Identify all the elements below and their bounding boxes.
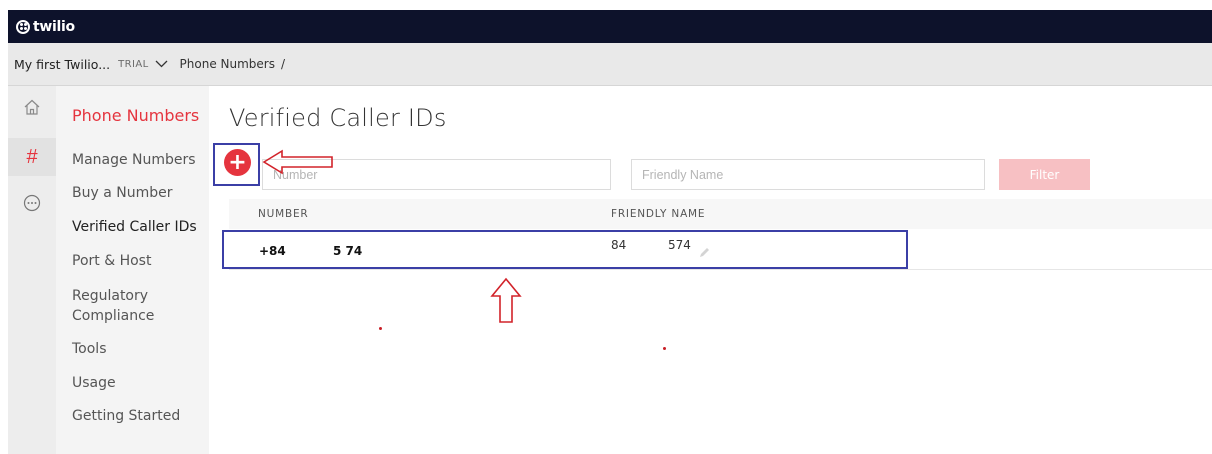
top-margin <box>0 0 1212 10</box>
friendly-name-filter-input[interactable] <box>631 159 985 190</box>
sidebar-item-usage[interactable]: Usage <box>72 373 116 393</box>
sidebar-item-getting-started[interactable]: Getting Started <box>72 406 180 426</box>
page-title: Verified Caller IDs <box>229 104 447 132</box>
account-switcher[interactable]: My first Twilio... <box>14 57 110 72</box>
sidebar-item-port-host[interactable]: Port & Host <box>72 251 151 271</box>
table-row-highlight[interactable] <box>222 230 908 269</box>
row-friendly-prefix: 84 <box>611 238 627 252</box>
row-friendly-suffix: 574 <box>668 238 691 252</box>
sidebar-title[interactable]: Phone Numbers <box>72 106 199 125</box>
up-arrow-annotation <box>490 277 522 323</box>
sidebar-item-manage-numbers[interactable]: Manage Numbers <box>72 150 196 170</box>
sidebar-item-tools[interactable]: Tools <box>72 339 107 359</box>
twilio-logo[interactable]: twilio <box>16 19 75 35</box>
rail-more[interactable] <box>8 186 56 224</box>
rail-home[interactable] <box>8 90 56 128</box>
trial-badge: TRIAL <box>118 58 149 70</box>
column-header-friendly-name: FRIENDLY NAME <box>611 208 706 220</box>
breadcrumb-separator: / <box>281 57 286 71</box>
sidebar-item-regulatory-line1[interactable]: Regulatory <box>72 286 148 306</box>
chevron-down-icon[interactable] <box>155 58 168 71</box>
row-divider <box>229 269 1212 270</box>
filter-button[interactable]: Filter <box>999 159 1090 190</box>
row-number-suffix[interactable]: 5 74 <box>333 244 362 258</box>
sidebar-item-verified-caller-ids[interactable]: Verified Caller IDs <box>72 217 197 237</box>
plus-icon: + <box>228 149 247 175</box>
add-button-highlight: + <box>213 143 260 186</box>
sidebar-item-regulatory-line2[interactable]: Compliance <box>72 306 154 326</box>
breadcrumb-phone-numbers[interactable]: Phone Numbers <box>180 57 275 71</box>
edit-pencil-icon[interactable] <box>699 243 710 257</box>
red-dot-mark <box>663 347 666 350</box>
sidebar-item-buy-number[interactable]: Buy a Number <box>72 183 172 203</box>
account-bar: My first Twilio... TRIAL Phone Numbers / <box>8 43 1212 86</box>
brand-bar: twilio <box>8 10 1212 43</box>
row-number-prefix[interactable]: +84 <box>259 244 286 258</box>
column-header-number: NUMBER <box>258 208 309 220</box>
add-caller-id-button[interactable]: + <box>224 149 251 176</box>
icon-rail: # <box>8 86 56 454</box>
logo-text: twilio <box>33 18 75 35</box>
more-icon <box>23 194 41 216</box>
twilio-logo-icon <box>16 19 30 34</box>
red-dot-mark <box>379 327 382 330</box>
hash-icon: # <box>26 145 38 168</box>
rail-phone-numbers[interactable]: # <box>8 138 56 176</box>
table-header <box>229 199 1212 229</box>
home-icon <box>23 98 41 120</box>
left-arrow-annotation <box>262 149 333 175</box>
sidebar: Phone Numbers Manage Numbers Buy a Numbe… <box>56 86 209 454</box>
